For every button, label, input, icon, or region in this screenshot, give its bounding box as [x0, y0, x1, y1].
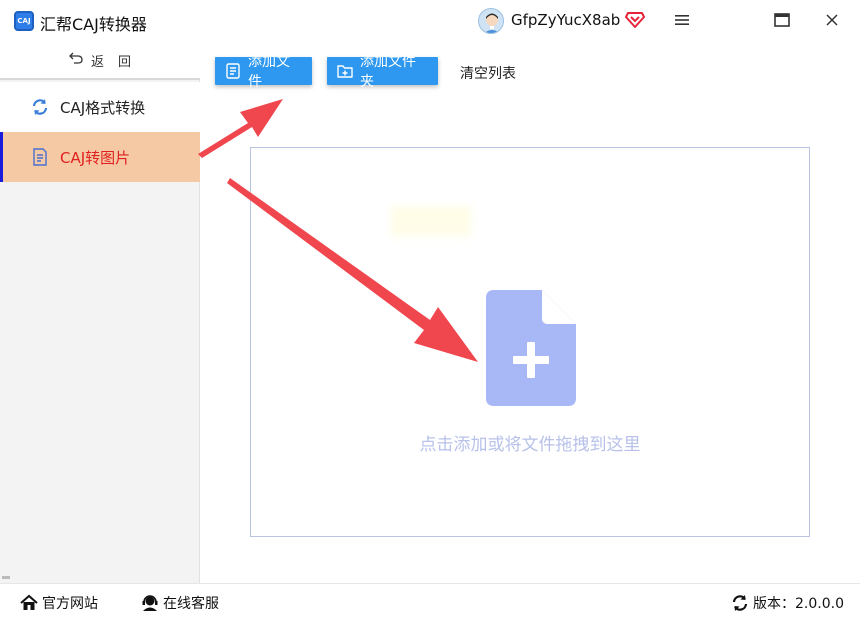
sidebar-item-label: CAJ格式转换 [60, 98, 146, 117]
username[interactable]: GfpZyYucX8ab [511, 11, 620, 29]
menu-icon[interactable] [672, 10, 692, 30]
headset-icon [141, 594, 159, 612]
title-bar: CAJ 汇帮CAJ转换器 GfpZyYucX8ab [0, 0, 860, 42]
undo-arrow-icon [69, 52, 83, 68]
refresh-icon [731, 594, 749, 612]
drop-zone-highlight [391, 206, 471, 236]
vip-diamond-icon[interactable] [625, 11, 645, 29]
version-label: 版本：2.0.0.0 [753, 596, 844, 612]
file-list-icon [225, 63, 241, 79]
file-drop-zone[interactable]: 点击添加或将文件拖拽到这里 [250, 147, 810, 537]
add-file-button[interactable]: 添加文件 [215, 54, 312, 90]
drop-zone-hint: 点击添加或将文件拖拽到这里 [419, 435, 641, 455]
refresh-icon [30, 97, 50, 117]
app-title: 汇帮CAJ转换器 [40, 15, 147, 34]
official-website-label: 官方网站 [42, 596, 98, 612]
version-info[interactable]: 版本：2.0.0.0 [731, 593, 844, 613]
back-button[interactable]: 返回 [0, 42, 200, 80]
sidebar-scroll-handle[interactable] [2, 576, 10, 579]
folder-plus-icon [337, 63, 353, 79]
official-website-link[interactable]: 官方网站 [20, 593, 98, 613]
clear-list-button[interactable]: 清空列表 [460, 63, 516, 83]
add-file-label: 添加文件 [248, 54, 290, 90]
add-folder-label: 添加文件夹 [360, 54, 416, 90]
app-logo: CAJ [14, 11, 34, 31]
sidebar-item-label: CAJ转图片 [60, 148, 131, 167]
online-service-link[interactable]: 在线客服 [141, 593, 219, 613]
home-icon [20, 594, 38, 612]
status-bar: 官方网站 在线客服 版本：2.0.0.0 [0, 583, 860, 617]
sidebar-item-caj-format-convert[interactable]: CAJ格式转换 [0, 82, 200, 132]
document-icon [30, 147, 50, 167]
user-avatar[interactable] [478, 8, 504, 34]
sidebar: 返回 CAJ格式转换 CAJ转图片 [0, 42, 200, 583]
add-folder-button[interactable]: 添加文件夹 [327, 54, 438, 90]
close-icon[interactable] [822, 10, 842, 30]
sidebar-item-caj-to-image[interactable]: CAJ转图片 [0, 132, 200, 182]
online-service-label: 在线客服 [163, 596, 219, 612]
back-label: 返回 [90, 54, 145, 70]
add-file-icon[interactable] [486, 290, 576, 406]
maximize-icon[interactable] [772, 10, 792, 30]
